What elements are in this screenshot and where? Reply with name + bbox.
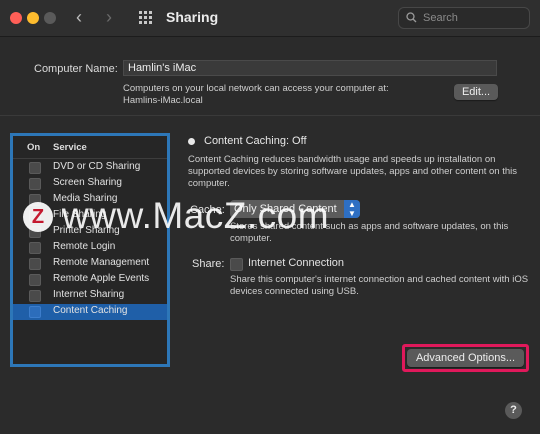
local-hostname: Hamlins-iMac.local [123,95,203,106]
sharing-window: ‹ › Sharing Computer Name: Hamlin's iMac… [0,0,540,434]
service-checkbox[interactable] [29,290,41,302]
help-button[interactable]: ? [505,402,522,419]
share-description: Share this computer's internet connectio… [230,274,529,297]
watermark-logo: Z [23,202,53,232]
service-row-remote-management[interactable]: Remote Management [13,256,167,272]
edit-hostname-button[interactable]: Edit... [454,84,498,100]
service-row-screen-sharing[interactable]: Screen Sharing [13,176,167,192]
service-checkbox[interactable] [29,258,41,270]
service-name: Remote Login [53,241,116,252]
service-name: Screen Sharing [53,177,122,188]
service-checkbox[interactable] [29,274,41,286]
search-input[interactable] [423,10,523,26]
chevron-updown-icon: ▲ ▼ [344,200,360,218]
internet-connection-checkbox[interactable] [230,258,243,271]
watermark-logo-letter: Z [31,206,45,228]
service-name: Remote Apple Events [53,273,150,284]
service-name: Remote Management [53,257,150,268]
on-column-header: On [27,142,41,153]
advanced-options-button[interactable]: Advanced Options... [407,349,524,367]
computer-name-label: Computer Name: [34,63,118,75]
close-window-button[interactable] [10,12,22,24]
search-field[interactable] [398,7,530,29]
service-checkbox[interactable] [29,242,41,254]
service-list: On Service DVD or CD Sharing Screen Shar… [10,133,170,367]
service-row-remote-apple-events[interactable]: Remote Apple Events [13,272,167,288]
service-row-dvd-or-cd-sharing[interactable]: DVD or CD Sharing [13,160,167,176]
service-checkbox[interactable] [29,162,41,174]
search-icon [406,12,417,23]
service-row-internet-sharing[interactable]: Internet Sharing [13,288,167,304]
service-list-header: On Service [13,136,167,159]
service-column-header: Service [53,142,87,153]
service-name: Internet Sharing [53,289,125,300]
service-row-remote-login[interactable]: Remote Login [13,240,167,256]
computer-name-field[interactable]: Hamlin's iMac [123,60,497,76]
content-caching-description: Content Caching reduces bandwidth usage … [188,154,518,189]
address-description-text: Computers on your local network can acce… [123,83,389,94]
show-all-grid-icon[interactable] [139,11,153,25]
service-name: DVD or CD Sharing [53,161,141,172]
title-bar: ‹ › Sharing [0,0,540,37]
service-checkbox[interactable] [29,306,41,318]
window-title: Sharing [166,9,219,25]
share-label: Share: [192,258,225,270]
internet-connection-label[interactable]: Internet Connection [248,257,344,269]
divider [0,115,540,116]
computer-address-description: Computers on your local network can acce… [123,83,453,107]
service-row-content-caching[interactable]: Content Caching [13,304,167,320]
watermark-text: www.MacZ.com [62,195,330,236]
zoom-window-button[interactable] [44,12,56,24]
service-checkbox[interactable] [29,178,41,190]
forward-arrow-icon[interactable]: › [106,8,112,26]
back-arrow-icon[interactable]: ‹ [76,8,82,26]
content-caching-status: Content Caching: Off [204,135,307,147]
service-name: Content Caching [53,305,128,316]
minimize-window-button[interactable] [27,12,39,24]
status-indicator-icon [188,138,195,145]
